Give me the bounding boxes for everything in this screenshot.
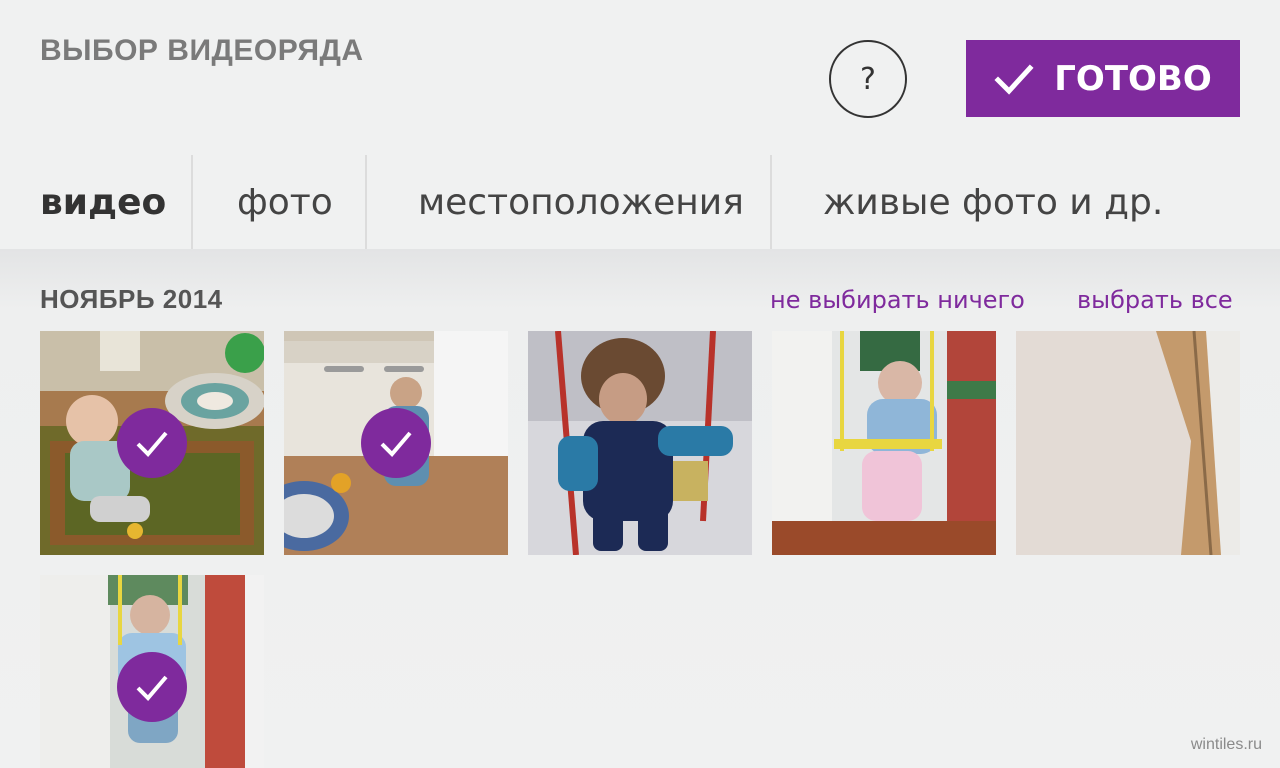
video-thumbnail[interactable] — [772, 331, 996, 555]
tab-video-label: видео — [40, 181, 167, 223]
thumbnail-image — [1016, 331, 1240, 555]
help-button[interactable]: ? — [829, 40, 907, 118]
selected-check-badge — [361, 408, 431, 478]
tab-live-photos[interactable]: живые фото и др. — [772, 155, 1280, 249]
check-icon — [994, 63, 1034, 95]
video-thumbnail[interactable] — [40, 331, 264, 555]
group-title: НОЯБРЬ 2014 — [40, 284, 223, 314]
check-icon — [136, 431, 168, 457]
check-icon — [136, 675, 168, 701]
tab-video[interactable]: видео — [0, 155, 191, 249]
tab-bar: видео фото местоположения живые фото и д… — [0, 155, 1280, 249]
selected-check-badge — [117, 408, 187, 478]
page-title: ВЫБОР ВИДЕОРЯДА — [40, 34, 364, 67]
select-all-link[interactable]: выбрать все — [1077, 286, 1233, 314]
question-icon: ? — [860, 61, 876, 97]
video-thumbnail[interactable] — [1016, 331, 1240, 555]
watermark: wintiles.ru — [1190, 736, 1262, 753]
video-thumbnail[interactable] — [284, 331, 508, 555]
tab-locations-label: местоположения — [418, 181, 744, 223]
selected-check-badge — [117, 652, 187, 722]
video-thumbnail[interactable] — [528, 331, 752, 555]
select-none-link[interactable]: не выбирать ничего — [770, 286, 1025, 314]
tab-photo[interactable]: фото — [193, 155, 365, 249]
check-icon — [380, 431, 412, 457]
video-thumbnail[interactable] — [40, 575, 264, 768]
tab-live-photos-label: живые фото и др. — [823, 181, 1164, 223]
tab-locations[interactable]: местоположения — [367, 155, 770, 249]
done-button-label: ГОТОВО — [1054, 58, 1212, 99]
thumbnail-image — [772, 331, 996, 555]
done-button[interactable]: ГОТОВО — [966, 40, 1240, 117]
tab-photo-label: фото — [237, 181, 333, 223]
thumbnail-image — [528, 331, 752, 555]
video-picker-page: ВЫБОР ВИДЕОРЯДА ? ГОТОВО видео фото мест… — [0, 0, 1280, 768]
